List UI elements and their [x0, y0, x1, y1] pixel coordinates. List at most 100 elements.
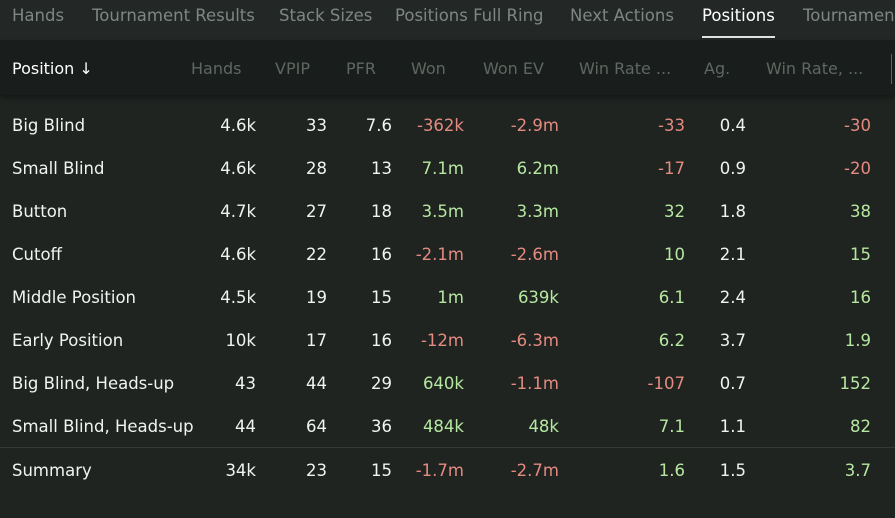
cell-won-ev: -2.6m — [510, 245, 559, 264]
table-row[interactable]: Early Position 10k 17 16 -12m -6.3m 6.2 3.7 1.9 — [0, 319, 895, 362]
cell-position: Big Blind, Heads-up — [12, 374, 175, 393]
cell-pfr: 16 — [371, 245, 392, 264]
cell-won-ev: 3.3m — [516, 202, 559, 221]
cell-pfr: 15 — [371, 288, 392, 307]
column-header-win-rate-2[interactable]: Win Rate, ... — [766, 59, 863, 79]
cell-won: -12m — [420, 331, 464, 350]
cell-hands: 4.6k — [220, 159, 256, 178]
cell-win-rate-2: 82 — [850, 417, 871, 436]
tab-tournament-results[interactable]: Tournament Results — [92, 6, 255, 26]
cell-aggression: 1.1 — [719, 417, 746, 436]
cell-won: 484k — [422, 417, 464, 436]
cell-won-ev: -6.3m — [510, 331, 559, 350]
cell-win-rate-2: 16 — [850, 288, 871, 307]
cell-won-ev: -2.7m — [510, 461, 559, 480]
cell-pfr: 16 — [371, 331, 392, 350]
cell-vpip: 19 — [306, 288, 327, 307]
cell-won-ev: -2.9m — [510, 116, 559, 135]
cell-hands: 4.7k — [220, 202, 256, 221]
table-row[interactable]: Button 4.7k 27 18 3.5m 3.3m 32 1.8 38 — [0, 190, 895, 233]
summary-row[interactable]: Summary 34k 23 15 -1.7m -2.7m 1.6 1.5 3.7 — [0, 449, 895, 492]
cell-hands: 4.6k — [220, 116, 256, 135]
cell-aggression: 3.7 — [719, 331, 746, 350]
column-header-won[interactable]: Won — [411, 59, 446, 79]
column-header-hands[interactable]: Hands — [191, 59, 241, 79]
column-separator — [891, 54, 892, 84]
tab-hands[interactable]: Hands — [12, 6, 64, 26]
cell-vpip: 17 — [306, 331, 327, 350]
cell-pfr: 18 — [371, 202, 392, 221]
tab-tournament[interactable]: Tournament — [803, 6, 895, 26]
cell-aggression: 1.5 — [719, 461, 746, 480]
column-header-aggression[interactable]: Ag. — [704, 59, 730, 79]
table-row[interactable]: Cutoff 4.6k 22 16 -2.1m -2.6m 10 2.1 15 — [0, 233, 895, 276]
cell-win-rate-2: 152 — [839, 374, 872, 393]
cell-win-rate: 10 — [664, 245, 685, 264]
cell-won-ev: 639k — [517, 288, 559, 307]
table-row[interactable]: Middle Position 4.5k 19 15 1m 639k 6.1 2.4 16 — [0, 276, 895, 319]
tab-positions-full-ring[interactable]: Positions Full Ring — [395, 6, 544, 26]
table-header: Position ↓ Hands VPIP PFR Won Won EV Win… — [0, 40, 895, 95]
cell-win-rate: -107 — [647, 374, 685, 393]
cell-win-rate: 32 — [664, 202, 685, 221]
cell-won-ev: -1.1m — [510, 374, 559, 393]
cell-aggression: 0.7 — [719, 374, 746, 393]
column-header-pfr[interactable]: PFR — [346, 59, 376, 79]
cell-position: Cutoff — [12, 245, 62, 264]
table-row[interactable]: Big Blind, Heads-up 43 44 29 640k -1.1m -107 0.… — [0, 362, 895, 405]
cell-vpip: 27 — [306, 202, 327, 221]
cell-win-rate-2: 15 — [850, 245, 871, 264]
cell-position: Big Blind — [12, 116, 86, 135]
cell-aggression: 0.9 — [719, 159, 746, 178]
cell-hands: 34k — [225, 461, 256, 480]
cell-pfr: 15 — [371, 461, 392, 480]
cell-position: Middle Position — [12, 288, 136, 307]
cell-hands: 43 — [235, 374, 256, 393]
cell-won: 3.5m — [421, 202, 464, 221]
cell-win-rate-2: 38 — [850, 202, 871, 221]
cell-hands: 44 — [235, 417, 256, 436]
cell-vpip: 33 — [306, 116, 327, 135]
cell-vpip: 23 — [306, 461, 327, 480]
cell-win-rate-2: 1.9 — [844, 331, 871, 350]
tab-stack-sizes[interactable]: Stack Sizes — [279, 6, 372, 26]
cell-win-rate: -17 — [658, 159, 685, 178]
tab-bar: Hands Tournament Results Stack Sizes Pos… — [0, 0, 895, 40]
cell-win-rate-2: -20 — [844, 159, 871, 178]
cell-hands: 10k — [225, 331, 256, 350]
cell-win-rate: -33 — [658, 116, 685, 135]
cell-won-ev: 48k — [528, 417, 559, 436]
cell-pfr: 7.6 — [365, 116, 392, 135]
cell-aggression: 2.4 — [719, 288, 746, 307]
tab-next-actions[interactable]: Next Actions — [570, 6, 674, 26]
cell-won: -362k — [416, 116, 464, 135]
cell-win-rate-2: 3.7 — [844, 461, 871, 480]
cell-hands: 4.6k — [220, 245, 256, 264]
cell-pfr: 29 — [371, 374, 392, 393]
cell-position: Early Position — [12, 331, 124, 350]
cell-vpip: 28 — [306, 159, 327, 178]
cell-aggression: 1.8 — [719, 202, 746, 221]
cell-win-rate-2: -30 — [844, 116, 871, 135]
cell-win-rate: 6.2 — [658, 331, 685, 350]
table-row[interactable]: Small Blind, Heads-up 44 64 36 484k 48k 7.1 1.1… — [0, 405, 895, 448]
column-header-won-ev[interactable]: Won EV — [483, 59, 544, 79]
table-row[interactable]: Small Blind 4.6k 28 13 7.1m 6.2m -17 0.9 -20 — [0, 147, 895, 190]
cell-hands: 4.5k — [220, 288, 256, 307]
cell-vpip: 22 — [306, 245, 327, 264]
cell-win-rate: 1.6 — [658, 461, 685, 480]
cell-vpip: 64 — [306, 417, 327, 436]
cell-won: 640k — [422, 374, 464, 393]
cell-won-ev: 6.2m — [516, 159, 559, 178]
column-header-win-rate[interactable]: Win Rate ... — [579, 59, 671, 79]
cell-position: Small Blind — [12, 159, 105, 178]
cell-won: -2.1m — [415, 245, 464, 264]
tab-positions[interactable]: Positions — [702, 6, 775, 38]
cell-vpip: 44 — [306, 374, 327, 393]
cell-win-rate: 6.1 — [658, 288, 685, 307]
cell-won: -1.7m — [415, 461, 464, 480]
column-header-position-sorted[interactable]: Position ↓ — [12, 59, 93, 79]
table-row[interactable]: Big Blind 4.6k 33 7.6 -362k -2.9m -33 0.4 -30 — [0, 104, 895, 147]
cell-aggression: 2.1 — [719, 245, 746, 264]
column-header-vpip[interactable]: VPIP — [275, 59, 310, 79]
